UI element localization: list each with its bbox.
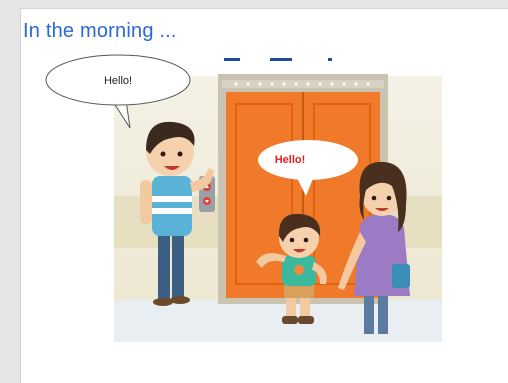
floor [114, 300, 442, 342]
speech-bubble-center-text: Hello! [275, 154, 306, 166]
speech-bubble-left-text: Hello! [104, 75, 132, 87]
top-marks [224, 58, 332, 61]
elevator-illustration: Hello! Hello! [45, 54, 442, 342]
